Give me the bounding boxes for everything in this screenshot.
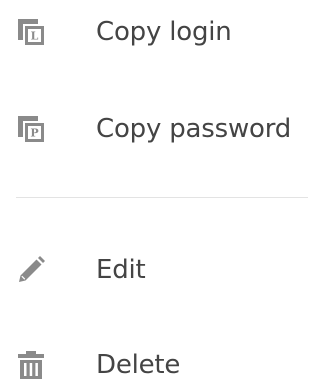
- menu-item-copy-password[interactable]: P Copy password: [0, 97, 308, 161]
- trash-icon: [18, 351, 44, 379]
- context-menu: L Copy login P Copy password Edit Delete: [0, 0, 308, 380]
- menu-item-label: Copy password: [96, 114, 292, 144]
- copy-login-icon: L: [18, 19, 44, 45]
- copy-password-icon: P: [18, 116, 44, 142]
- menu-item-edit[interactable]: Edit: [0, 238, 308, 302]
- menu-item-label: Copy login: [96, 17, 232, 47]
- menu-item-delete[interactable]: Delete: [0, 333, 308, 380]
- menu-item-label: Edit: [96, 255, 146, 285]
- pencil-icon: [19, 256, 45, 282]
- menu-item-copy-login[interactable]: L Copy login: [0, 0, 308, 64]
- svg-text:L: L: [31, 30, 39, 43]
- menu-divider: [16, 197, 308, 198]
- menu-item-label: Delete: [96, 350, 181, 380]
- svg-text:P: P: [30, 127, 38, 140]
